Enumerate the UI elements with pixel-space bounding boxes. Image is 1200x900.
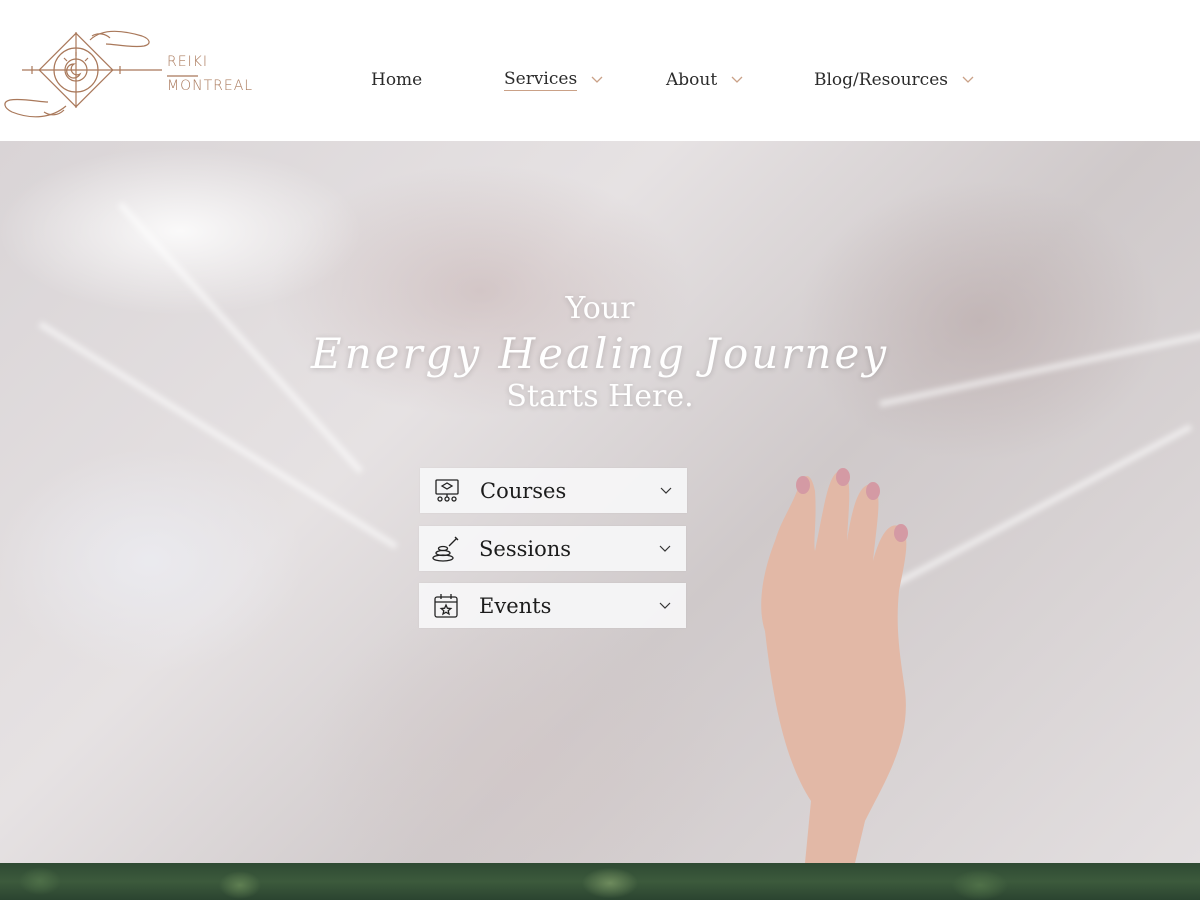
hero-title-line1: Your: [565, 291, 635, 326]
site-header: REIKI MONTREAL Home Services About Blog/…: [0, 0, 1200, 141]
courses-label: Courses: [480, 478, 567, 503]
nav-home-label: Home: [371, 70, 423, 90]
nav-about-label: About: [666, 70, 718, 90]
hero-section: Your Energy Healing Journey Starts Here.…: [0, 141, 1200, 863]
nav-home[interactable]: Home: [371, 68, 422, 92]
hand-image: [761, 468, 908, 863]
nav-blog-label: Blog/Resources: [814, 70, 948, 90]
chevron-down-icon: [591, 76, 603, 83]
forest-image-strip: [0, 863, 1200, 900]
hero-title-line3: Starts Here.: [506, 379, 694, 414]
chevron-down-icon: [731, 76, 743, 83]
classroom-icon: [432, 476, 462, 506]
hands-sun-icon: [4, 30, 198, 118]
chevron-down-icon: [660, 487, 672, 494]
nav-services[interactable]: Services: [504, 68, 603, 92]
nav-services-label: Services: [504, 69, 578, 91]
calendar-star-icon: [431, 591, 461, 621]
reiki-montreal-logo[interactable]: REIKI MONTREAL: [2, 26, 252, 124]
sessions-label: Sessions: [479, 536, 572, 561]
chevron-down-icon: [659, 545, 671, 552]
nav-blog-resources[interactable]: Blog/Resources: [814, 68, 974, 92]
sessions-accordion[interactable]: Sessions: [419, 526, 686, 571]
chevron-down-icon: [659, 602, 671, 609]
chevron-down-icon: [962, 76, 974, 83]
events-label: Events: [479, 593, 552, 618]
hero-title-line2: Energy Healing Journey: [310, 329, 890, 378]
courses-accordion[interactable]: Courses: [420, 468, 687, 513]
nav-about[interactable]: About: [666, 68, 743, 92]
brand-line1: REIKI: [167, 54, 209, 70]
brand-line2: MONTREAL: [167, 78, 254, 94]
massage-stones-icon: [431, 534, 461, 564]
events-accordion[interactable]: Events: [419, 583, 686, 628]
